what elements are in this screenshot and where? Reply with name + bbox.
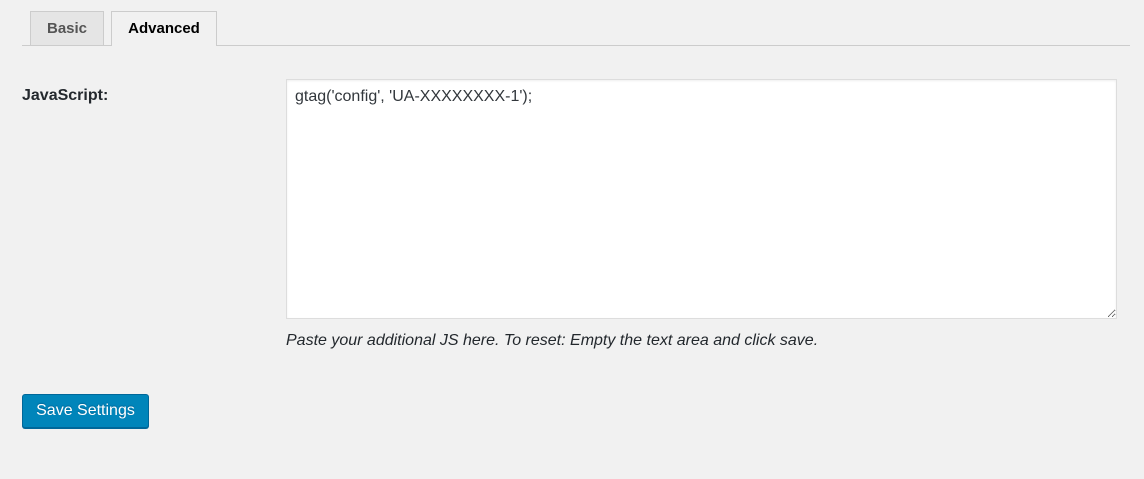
javascript-label: JavaScript:: [22, 87, 109, 104]
javascript-textarea[interactable]: gtag('config', 'UA-XXXXXXXX-1');: [286, 79, 1117, 319]
javascript-description: Paste your additional JS here. To reset:…: [286, 332, 819, 349]
save-settings-button[interactable]: Save Settings: [22, 394, 149, 428]
tab-advanced[interactable]: Advanced: [111, 11, 217, 46]
settings-tabs: Basic Advanced: [22, 11, 1130, 46]
tab-basic[interactable]: Basic: [30, 11, 104, 45]
